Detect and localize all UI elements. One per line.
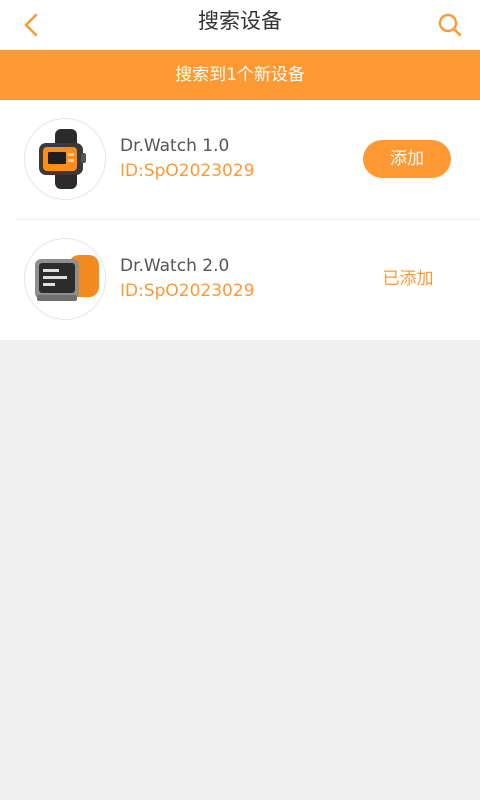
black-watch-image (39, 129, 86, 189)
device-list: Dr.Watch 1.0 ID:SpO2023029 添加 Dr.Watch 2… (0, 100, 480, 340)
device-name: Dr.Watch 2.0 (120, 256, 230, 276)
top-bar: 搜索设备 (0, 0, 480, 50)
search-icon (438, 13, 462, 37)
device-row[interactable]: Dr.Watch 2.0 ID:SpO2023029 已添加 (0, 220, 480, 340)
orange-watch-image (35, 255, 99, 301)
device-avatar (24, 238, 106, 320)
device-avatar (24, 118, 106, 200)
page-title: 搜索设备 (198, 9, 282, 33)
add-device-button[interactable]: 添加 (363, 140, 451, 178)
search-result-banner: 搜索到1个新设备 (0, 50, 480, 100)
device-name: Dr.Watch 1.0 (120, 136, 230, 156)
search-button[interactable] (430, 5, 470, 45)
device-id: ID:SpO2023029 (120, 281, 255, 301)
device-row[interactable]: Dr.Watch 1.0 ID:SpO2023029 添加 (0, 100, 480, 220)
added-status-label: 已添加 (382, 269, 434, 289)
device-id: ID:SpO2023029 (120, 161, 255, 181)
